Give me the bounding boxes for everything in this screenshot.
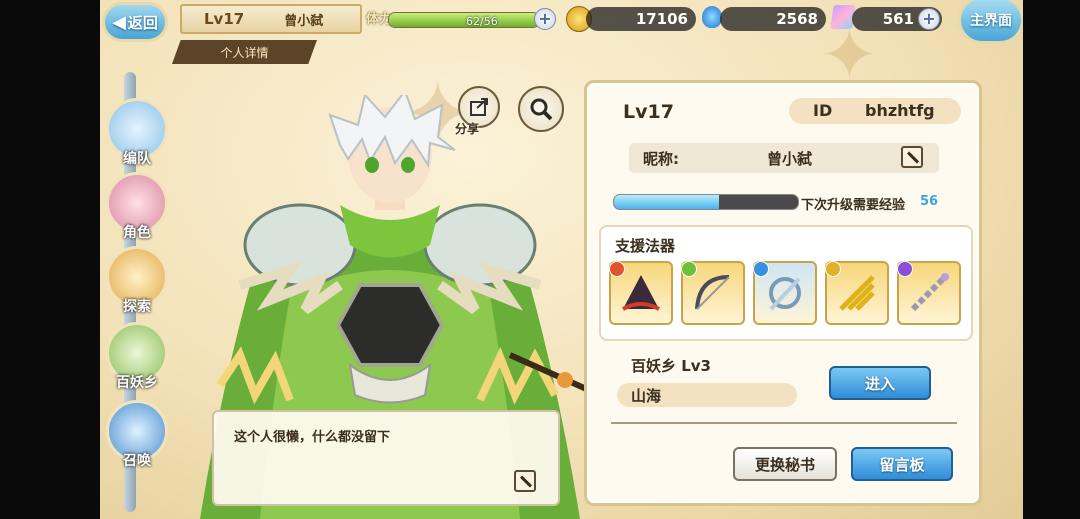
exp-fill (614, 195, 719, 209)
zoom-button[interactable] (518, 86, 564, 132)
side-item-explore[interactable]: 探索 (102, 244, 172, 315)
panel-level: Lv17 (623, 101, 674, 123)
back-arrow-icon: ◀ (112, 11, 126, 33)
side-item-label: 角色 (123, 225, 151, 241)
magnifier-icon (530, 98, 553, 121)
player-level-plate: Lv17 曾小弑 (180, 4, 362, 34)
side-item-label: 召唤 (123, 453, 151, 469)
gold-value: 17106 (635, 10, 688, 28)
crystal-value: 561 (882, 10, 914, 28)
home-button[interactable]: 主界面 (958, 0, 1023, 44)
id-value: bhzhtfg (865, 101, 935, 120)
share-icon (470, 98, 488, 116)
support-slot-blade[interactable] (753, 261, 817, 325)
side-item-village[interactable]: 百妖乡 (102, 320, 172, 391)
exp-bar (613, 194, 799, 210)
support-slot-chain[interactable] (897, 261, 961, 325)
support-title: 支援法器 (615, 237, 676, 255)
signature-box: 这个人很懒，什么都没留下 (212, 410, 560, 506)
enter-village-button[interactable]: 进入 (829, 366, 931, 400)
stamina-track (388, 12, 540, 28)
profile-screen: ✦ ✦ ◀ 返回 (100, 0, 1023, 519)
back-label: 返回 (127, 13, 158, 32)
soul-gem-icon (702, 6, 722, 28)
bow-weapon-icon (695, 275, 730, 310)
panel-divider (611, 422, 957, 424)
back-button[interactable]: ◀ 返回 (102, 2, 168, 42)
add-crystal-button[interactable]: + (918, 8, 940, 30)
edit-signature-icon[interactable] (514, 470, 536, 492)
support-slot-claw[interactable] (825, 261, 889, 325)
support-artifacts-box: 支援法器 (599, 225, 973, 341)
region-name: 山海 (631, 387, 662, 405)
add-stamina-button[interactable]: + (534, 8, 556, 30)
side-item-label: 探索 (123, 299, 151, 315)
chain-weapon-icon (910, 273, 949, 312)
edit-nickname-icon[interactable] (901, 146, 923, 168)
player-name: 曾小弑 (284, 13, 324, 29)
player-level: Lv17 (204, 10, 245, 28)
gem-value: 2568 (776, 10, 818, 28)
fan-weapon-icon (622, 275, 660, 311)
player-id-badge: ID bhzhtfg (789, 98, 961, 124)
gold-counter: 17106 (586, 7, 696, 31)
claw-weapon-icon (839, 275, 875, 311)
nickname-value: 曾小弑 (767, 150, 813, 168)
id-key: ID (813, 101, 833, 120)
tab-personal-details[interactable]: 个人详情 (172, 40, 317, 64)
support-slot-fan[interactable] (609, 261, 673, 325)
village-level: 百妖乡 Lv3 (631, 357, 711, 375)
stamina-bar: 体力 62/56 (366, 8, 556, 30)
signature-text: 这个人很懒，什么都没留下 (234, 430, 391, 445)
gem-counter: 2568 (720, 7, 826, 31)
side-item-team[interactable]: 编队 (102, 96, 172, 167)
message-board-button[interactable]: 留言板 (851, 447, 953, 481)
stamina-value: 62/56 (466, 15, 498, 28)
stamina-fill (389, 13, 539, 27)
exp-label: 下次升级需要经验 (801, 198, 906, 213)
nickname-field: 昵称: 曾小弑 (629, 143, 939, 173)
support-slot-bow[interactable] (681, 261, 745, 325)
side-item-character[interactable]: 角色 (102, 170, 172, 241)
change-secretary-button[interactable]: 更换秘书 (733, 447, 837, 481)
top-bar: ◀ 返回 Lv17 曾小弑 个人详情 体力 62/56 + 17106 2568… (100, 0, 1023, 64)
nickname-key: 昵称: (643, 150, 679, 168)
side-item-label: 编队 (123, 151, 151, 167)
profile-info-panel: Lv17 ID bhzhtfg 昵称: 曾小弑 下次升级需要经验 56 支援法器 (584, 80, 982, 506)
side-item-summon[interactable]: 召唤 (102, 398, 172, 469)
blade-weapon-icon (769, 277, 801, 311)
right-letterbox (1023, 0, 1080, 519)
region-badge: 山海 (617, 383, 797, 407)
side-item-label: 百妖乡 (116, 375, 158, 391)
left-letterbox (0, 0, 100, 519)
exp-value: 56 (920, 194, 939, 209)
share-label: 分享 (455, 122, 480, 136)
